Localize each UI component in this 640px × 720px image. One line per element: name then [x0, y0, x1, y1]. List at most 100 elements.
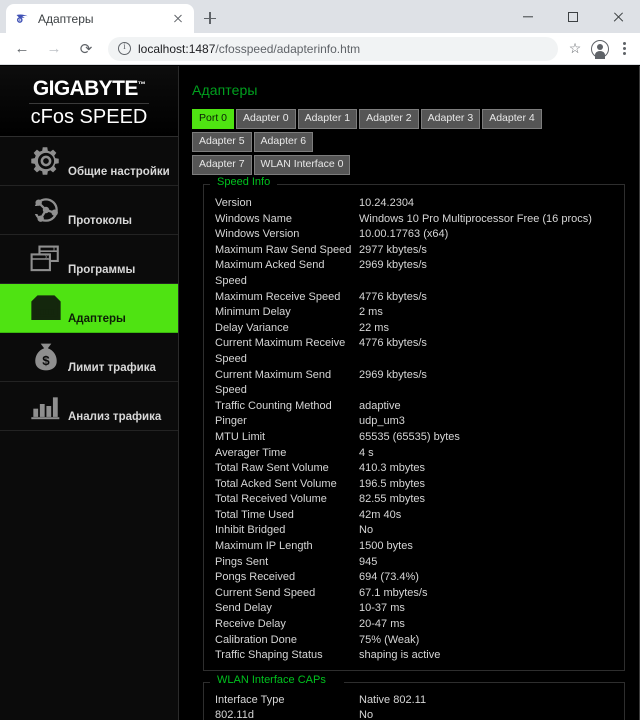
browser-tab[interactable]: Адаптеры — [6, 4, 194, 33]
info-row-value: 22 ms — [359, 321, 389, 334]
close-tab-icon[interactable] — [170, 11, 186, 27]
sidebar-item-label: Программы — [68, 264, 136, 276]
info-row-key: Traffic Shaping Status — [215, 649, 323, 662]
tab-adapter-4[interactable]: Adapter 4 — [482, 109, 542, 129]
sidebar-item-adapters[interactable]: Адаптеры — [0, 284, 178, 333]
fieldset-rule — [277, 184, 624, 185]
info-row-value: 4776 kbytes/s — [359, 337, 427, 350]
info-row: 802.11d No — [215, 708, 624, 720]
info-row-value: 694 (73.4%) — [359, 571, 419, 584]
tab-port-0[interactable]: Port 0 — [192, 109, 235, 129]
info-row: Inhibit Bridged No — [215, 523, 624, 539]
info-row: Pongs Received 694 (73.4%) — [215, 570, 624, 586]
info-row-value: No — [359, 524, 374, 537]
address-bar[interactable]: localhost:1487 /cfosspeed/adapterinfo.ht… — [108, 36, 558, 61]
info-row-key: Traffic Counting Method — [215, 399, 332, 412]
info-row: Current Maximum Send Speed 2969 kbytes/s — [215, 368, 624, 399]
info-row-value: 945 — [359, 555, 378, 568]
wlan-caps-rows: Interface TypeNative 802.11802.11dNoMax.… — [204, 682, 624, 720]
sidebar-item-traffic-limit[interactable]: $ Лимит трафика — [0, 333, 178, 382]
info-row-value: 20-47 ms — [359, 618, 405, 631]
tab-adapter-1[interactable]: Adapter 1 — [297, 109, 358, 129]
adapter-tab-row-2: Adapter 7 WLAN Interface 0 — [192, 155, 592, 178]
fieldset-rule — [344, 681, 624, 683]
info-row-value: 1500 bytes — [359, 540, 413, 553]
info-row-value: Native 802.11 — [359, 693, 427, 706]
browser-window: Адаптеры ← → ⟳ localhost:1487 /cfosspeed… — [0, 0, 640, 720]
info-row-key: Total Time Used — [215, 508, 294, 521]
tab-adapter-6[interactable]: Adapter 6 — [253, 132, 314, 152]
info-row-key: MTU Limit — [215, 430, 266, 443]
info-row-key: Minimum Delay — [215, 306, 291, 319]
ethernet-port-icon — [26, 290, 66, 326]
sidebar-item-programs[interactable]: x x Программы — [0, 235, 178, 284]
info-row-value: 196.5 mbytes — [359, 477, 426, 490]
windows-programs-icon: x x — [26, 241, 66, 277]
close-window-button[interactable] — [595, 0, 640, 33]
site-info-icon[interactable] — [118, 41, 131, 55]
adapter-tab-row-1: Port 0 Adapter 0 Adapter 1 Adapter 2 Ada… — [192, 109, 592, 155]
speed-info-rows: Version 10.24.2304 Windows Name Windows 10 … — [204, 184, 624, 664]
info-row-key: Calibration Done — [215, 633, 297, 646]
info-row-value: 2969 kbytes/s — [359, 259, 427, 272]
gear-icon — [26, 143, 66, 179]
browser-toolbar: ← → ⟳ localhost:1487 /cfosspeed/adapteri… — [0, 33, 640, 65]
money-bag-icon: $ — [26, 339, 66, 375]
browser-menu-icon[interactable] — [614, 40, 634, 57]
info-row-key: Current Maximum Send Speed — [215, 368, 332, 397]
window-controls — [505, 0, 640, 33]
bar-chart-icon — [26, 388, 66, 424]
info-row-key: Total Received Volume — [215, 493, 327, 506]
info-row-key: Maximum Receive Speed — [215, 290, 341, 303]
info-row-key: Inhibit Bridged — [215, 524, 286, 537]
info-row: Total Acked Sent Volume 196.5 mbytes — [215, 477, 624, 493]
main-panel: Адаптеры Port 0 Adapter 0 Adapter 1 Adap… — [179, 66, 640, 720]
info-row: MTU Limit 65535 (65535) bytes — [215, 430, 624, 446]
info-row-key: Maximum Acked Send Speed — [215, 259, 325, 287]
maximize-button[interactable] — [550, 0, 595, 33]
sidebar-item-label: Адаптеры — [68, 313, 126, 325]
sidebar-item-label: Протоколы — [68, 215, 133, 227]
tab-adapter-2[interactable]: Adapter 2 — [359, 109, 419, 129]
info-row: Traffic Shaping Status shaping is active — [215, 648, 624, 664]
tab-adapter-0[interactable]: Adapter 0 — [236, 109, 296, 129]
info-row: Total Received Volume 82.55 mbytes — [215, 492, 624, 508]
tab-adapter-5[interactable]: Adapter 5 — [192, 132, 252, 152]
sidebar-item-label: Общие настройки — [68, 166, 170, 178]
forward-button[interactable]: → — [41, 36, 67, 62]
info-row-key: Send Delay — [215, 602, 272, 615]
info-row-value: adaptive — [359, 399, 401, 412]
reload-button[interactable]: ⟳ — [73, 36, 99, 62]
brand-cfos: cFos — [30, 106, 80, 128]
info-row-key: Interface Type — [215, 693, 285, 706]
browser-tab-title: Адаптеры — [38, 11, 94, 26]
info-row-key: Delay Variance — [215, 321, 289, 334]
brand-gigabyte-text: GIGABYTE — [32, 77, 138, 100]
minimize-button[interactable] — [505, 0, 550, 33]
sidebar-item-traffic-analysis[interactable]: Анализ трафика — [0, 382, 178, 431]
sidebar-item-general-settings[interactable]: Общие настройки — [0, 137, 178, 186]
info-row: Traffic Counting Method adaptive — [215, 399, 624, 415]
brand-block: GIGABYTE™ cFos SPEED — [0, 66, 178, 137]
info-row: Pings Sent 945 — [215, 555, 624, 571]
wlan-caps-fieldset: WLAN Interface CAPs Interface Type Native… — [203, 673, 625, 720]
brand-trademark: ™ — [137, 80, 146, 89]
bookmark-star-icon[interactable]: ☆ — [564, 40, 586, 57]
info-row-key: Maximum Raw Send Speed — [215, 243, 352, 256]
info-row: Windows Version 10.00.17763 (x64) — [215, 227, 624, 243]
info-row-value: 10.00.17763 (x64) — [359, 228, 449, 241]
info-row: Version 10.24.2304 — [215, 196, 624, 212]
info-row-key: Current Send Speed — [215, 586, 316, 599]
tab-wlan-interface-0[interactable]: WLAN Interface 0 — [253, 155, 351, 175]
info-row: Maximum IP Length 1500 bytes — [215, 539, 624, 555]
profile-avatar-icon[interactable] — [591, 39, 609, 60]
info-row-value: 410.3 mbytes — [359, 462, 426, 475]
info-row-key: Maximum IP Length — [215, 540, 313, 553]
tab-adapter-3[interactable]: Adapter 3 — [420, 109, 481, 129]
page-content: GIGABYTE™ cFos SPEED Общие настройки Про… — [0, 66, 640, 720]
tab-adapter-7[interactable]: Adapter 7 — [192, 155, 252, 175]
sidebar-item-protocols[interactable]: Протоколы — [0, 186, 178, 235]
info-row: Pinger udp_um3 — [215, 414, 624, 430]
new-tab-button[interactable] — [196, 4, 224, 32]
back-button[interactable]: ← — [9, 36, 35, 62]
